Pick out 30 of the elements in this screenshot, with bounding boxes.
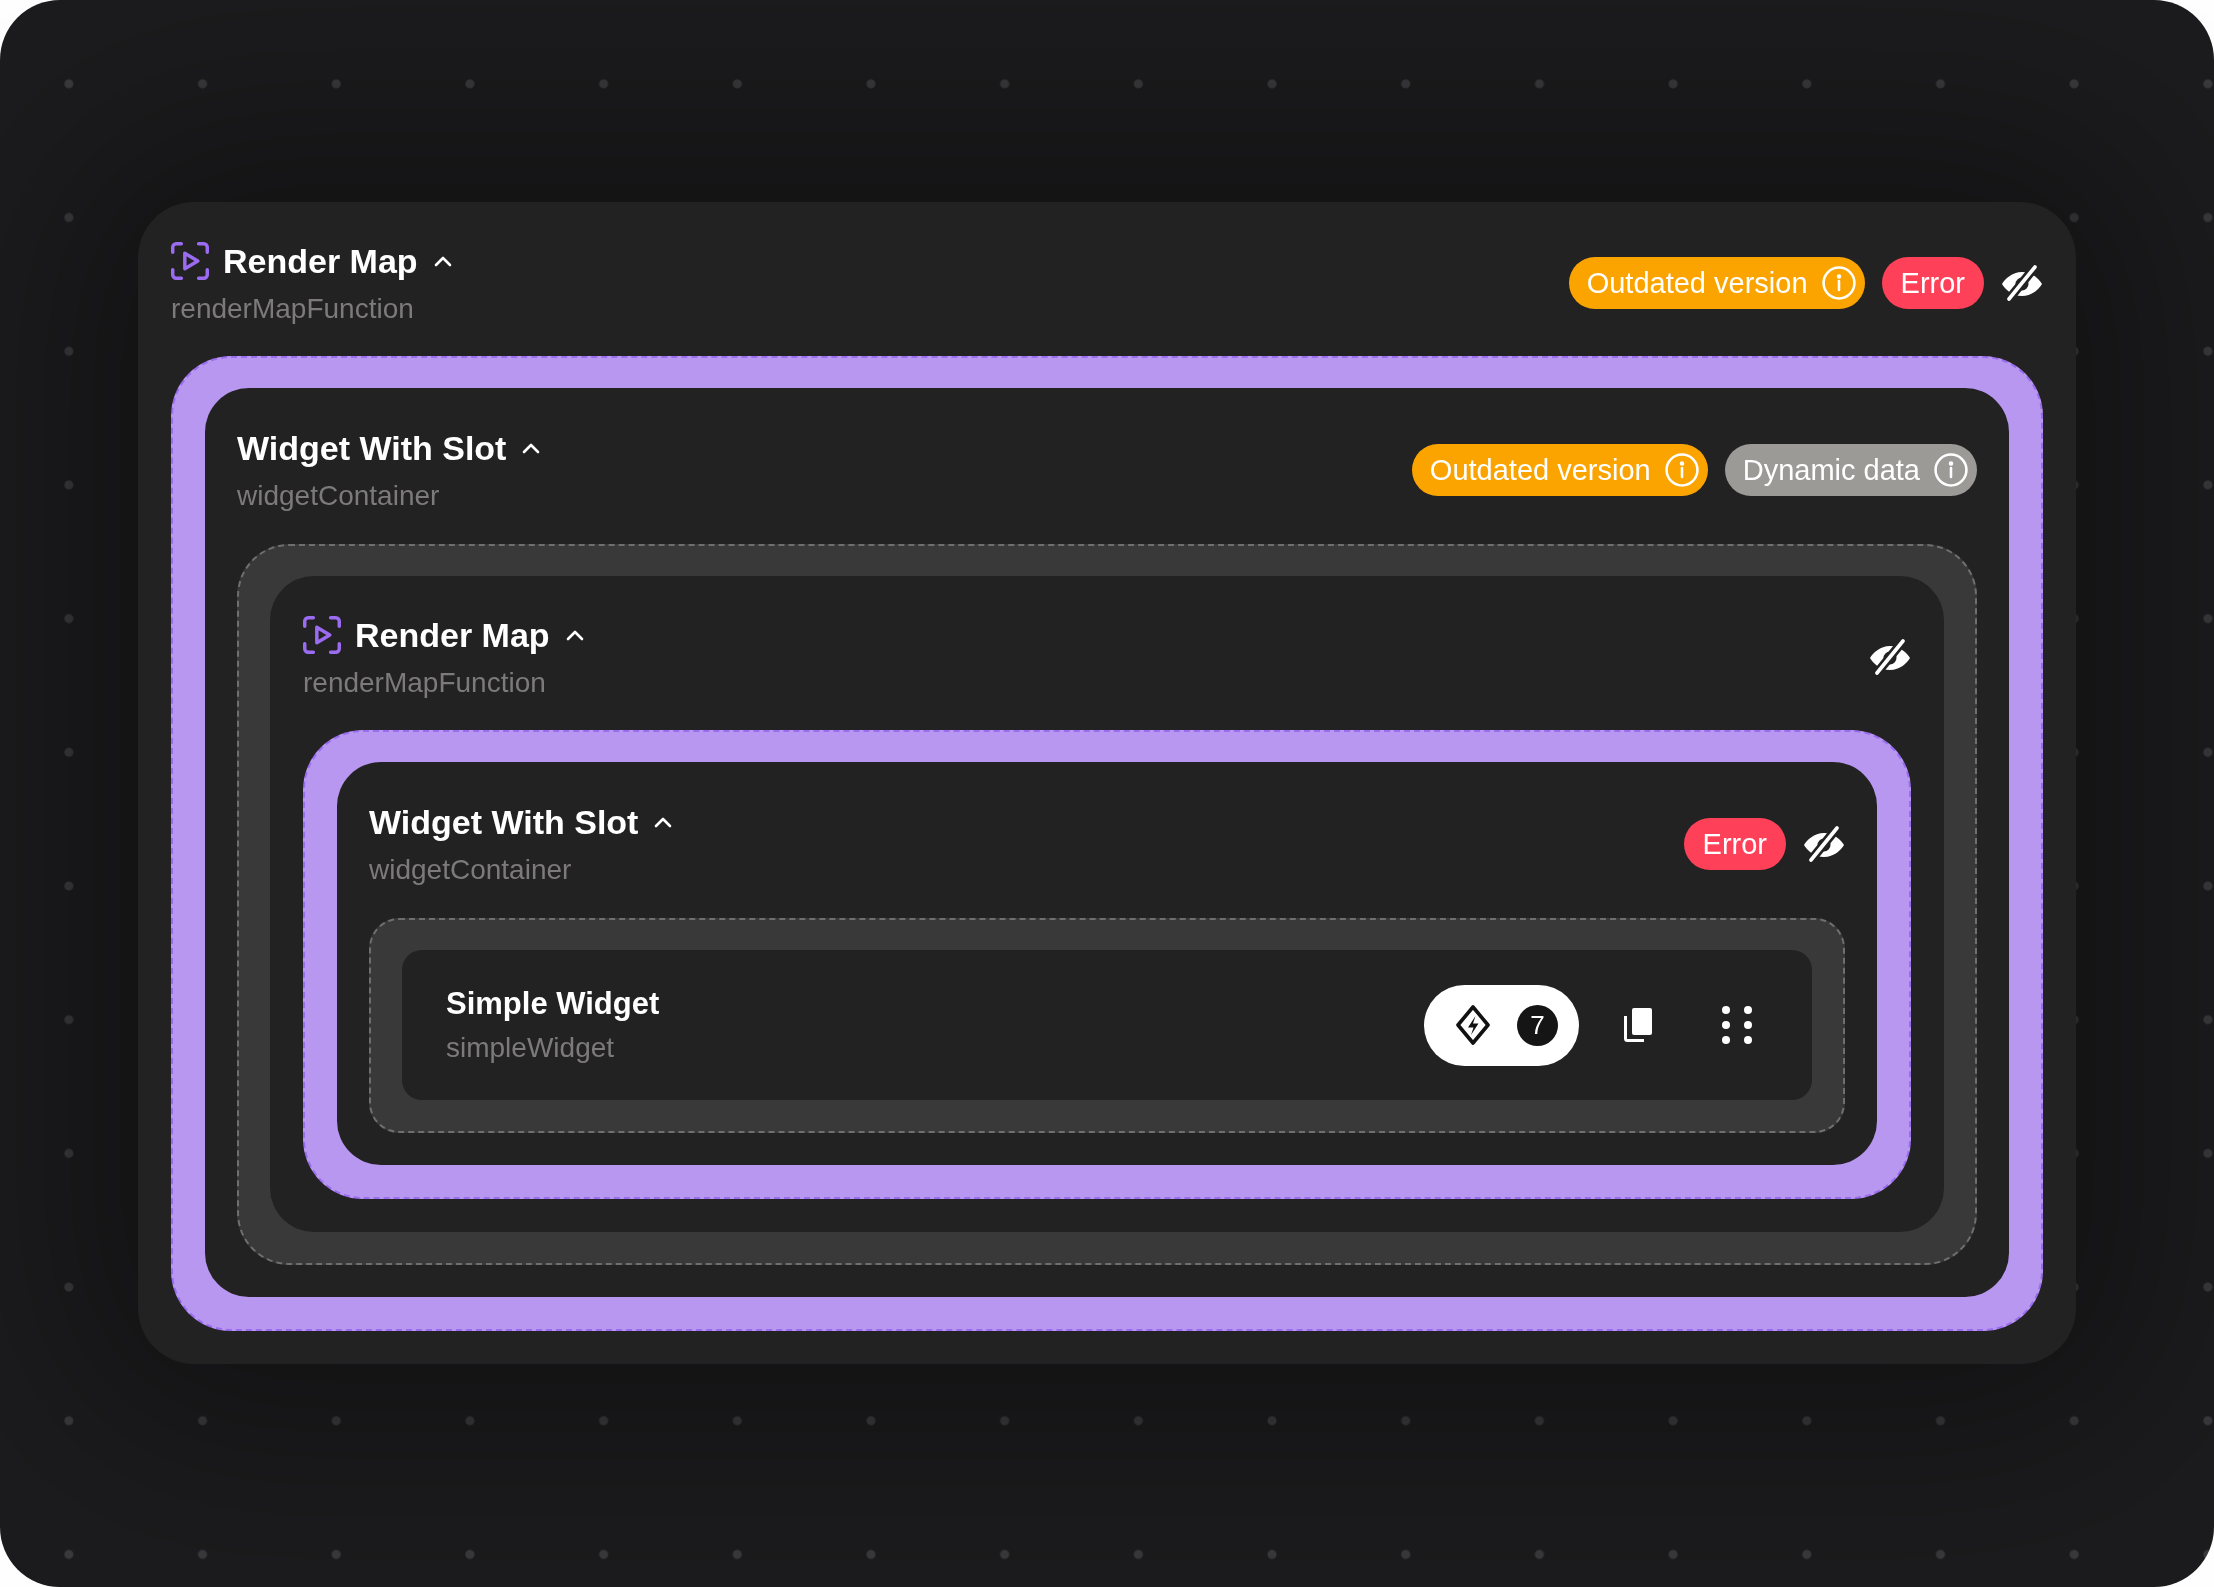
node-subtitle: widgetContainer (369, 853, 573, 887)
node-title: Render Map (355, 615, 550, 656)
node-title: Simple Widget (446, 985, 660, 1023)
status-tag: Error (1683, 818, 1786, 870)
bolt-diamond-icon (1455, 1004, 1491, 1046)
status-tag: Error (1881, 257, 1984, 309)
node-title: Widget With Slot (369, 802, 639, 843)
chevron-up-icon[interactable] (565, 629, 584, 641)
node-title: Render Map (223, 241, 418, 282)
bolt-count-button[interactable]: 7 (1424, 984, 1579, 1066)
chevron-up-icon[interactable] (433, 255, 452, 267)
node-subtitle: renderMapFunction (303, 666, 547, 700)
node-subtitle: widgetContainer (237, 479, 441, 513)
copy-icon[interactable] (1624, 1008, 1652, 1042)
chevron-up-icon[interactable] (654, 816, 673, 828)
tag-label: Outdated version (1586, 268, 1808, 298)
node-title: Widget With Slot (237, 428, 507, 469)
tag-label: Dynamic data (1742, 455, 1920, 485)
render-map-icon (303, 616, 341, 654)
eye-slash-icon[interactable] (2001, 265, 2043, 301)
render-map-icon (171, 242, 209, 280)
tag-label: Outdated version (1429, 455, 1651, 485)
count-indicator: 7 (1517, 1004, 1558, 1046)
info-icon[interactable] (1934, 453, 1968, 487)
node-subtitle: renderMapFunction (171, 292, 415, 326)
eye-slash-icon[interactable] (1803, 826, 1845, 862)
chevron-up-icon[interactable] (522, 442, 541, 454)
drag-handle-icon[interactable] (1722, 1006, 1752, 1044)
eye-slash-icon[interactable] (1869, 639, 1911, 675)
node-subtitle: simpleWidget (446, 1031, 616, 1065)
